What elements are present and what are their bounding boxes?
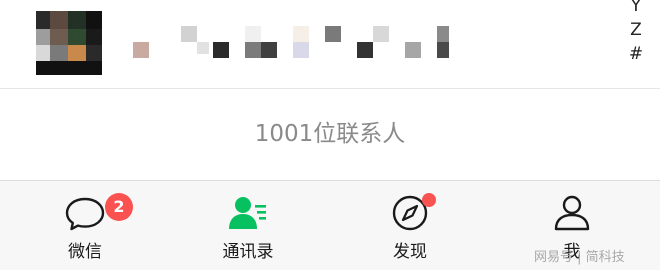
index-letter-y[interactable]: Y (624, 0, 648, 18)
index-letter-z[interactable]: Z (624, 18, 648, 42)
tab-contacts-label: 通讯录 (222, 242, 274, 262)
alphabet-index[interactable]: Y Z # (624, 0, 648, 66)
person-icon (554, 195, 590, 231)
chat-bubble-icon (65, 197, 105, 231)
tab-discover[interactable]: 发现 (330, 181, 490, 270)
index-letter-hash[interactable]: # (624, 42, 648, 66)
tab-chats-label: 微信 (68, 242, 102, 262)
watermark: 网易号 | 简科技 (534, 250, 625, 265)
contact-name-blurred (0, 0, 600, 88)
discover-new-dot (422, 193, 436, 207)
contacts-icon (229, 197, 266, 229)
contact-count-area: 1001位联系人 (0, 89, 660, 180)
unread-badge: 2 (105, 193, 133, 221)
tab-chats[interactable]: 2 微信 (5, 181, 165, 270)
tab-discover-label: 发现 (393, 242, 427, 262)
contact-count: 1001位联系人 (254, 121, 406, 147)
tab-contacts[interactable]: 通讯录 (168, 181, 328, 270)
contact-row[interactable] (0, 0, 660, 88)
